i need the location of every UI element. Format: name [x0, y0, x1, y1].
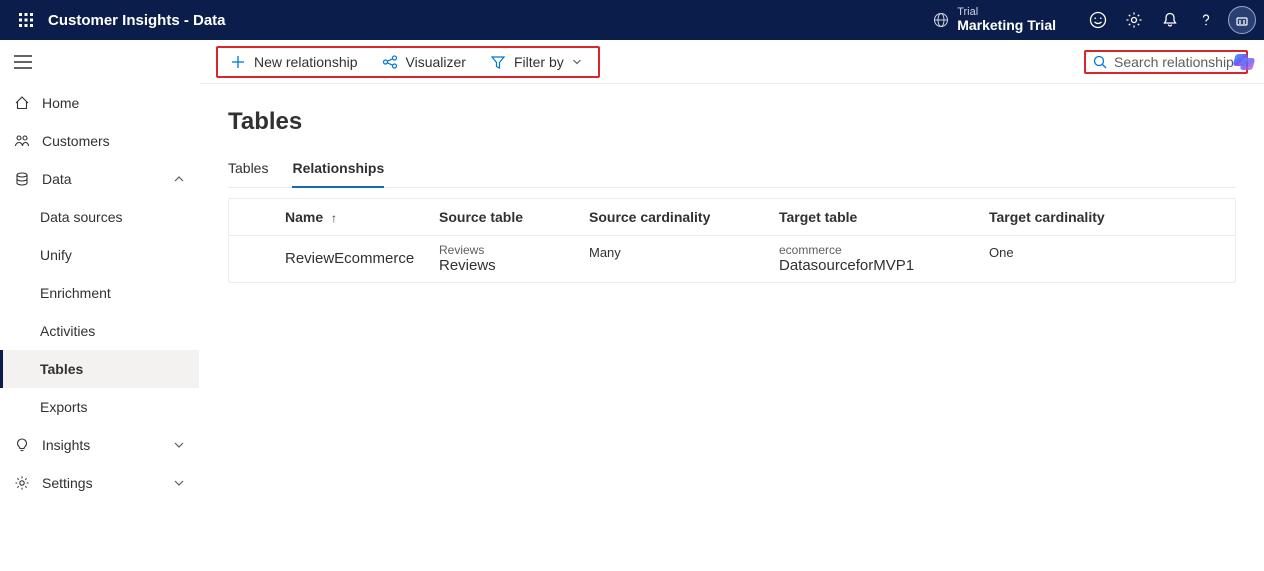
command-bar: New relationship Visualizer Filter by [200, 40, 1264, 84]
gear-icon [14, 475, 30, 491]
tab-label: Tables [228, 160, 268, 176]
filter-icon [490, 54, 506, 70]
global-header: Customer Insights - Data Trial Marketing… [0, 0, 1264, 40]
feedback-icon[interactable] [1080, 0, 1116, 40]
search-box-highlight [1084, 50, 1248, 74]
column-header-target-cardinality[interactable]: Target cardinality [989, 199, 1235, 236]
page-title: Tables [228, 108, 1236, 136]
tab-tables[interactable]: Tables [228, 152, 268, 187]
toolbar-left-highlight: New relationship Visualizer Filter by [216, 46, 600, 78]
help-icon[interactable] [1188, 0, 1224, 40]
visualizer-button[interactable]: Visualizer [372, 50, 476, 74]
sidebar-item-label: Exports [40, 399, 87, 415]
column-header-source-table[interactable]: Source table [439, 199, 589, 236]
column-header-name[interactable]: Name ↑ [229, 199, 439, 236]
button-label: Filter by [514, 54, 564, 70]
sidebar-item-exports[interactable]: Exports [0, 388, 199, 426]
new-relationship-button[interactable]: New relationship [220, 50, 368, 74]
sidebar-item-label: Unify [40, 247, 72, 263]
search-input[interactable] [1114, 54, 1234, 70]
app-title: Customer Insights - Data [48, 12, 226, 29]
table-row[interactable]: ReviewEcommerce Reviews Reviews Many eco… [229, 236, 1235, 283]
copilot-icon[interactable] [1230, 48, 1258, 76]
sidebar-item-label: Data [42, 171, 161, 187]
chevron-up-icon [173, 173, 185, 185]
sidebar-item-home[interactable]: Home [0, 84, 199, 122]
cell-target-table: DatasourceforMVP1 [779, 257, 989, 274]
sidebar-item-label: Customers [42, 133, 199, 149]
sidebar-item-label: Data sources [40, 209, 122, 225]
user-avatar[interactable] [1228, 6, 1256, 34]
tab-relationships[interactable]: Relationships [292, 152, 384, 188]
chevron-down-icon [173, 439, 185, 451]
column-label: Target table [779, 209, 857, 225]
sidebar-item-label: Tables [40, 361, 83, 377]
main-content: New relationship Visualizer Filter by [200, 40, 1264, 571]
environment-picker[interactable]: Trial Marketing Trial [933, 6, 1056, 33]
cell-source-table: Reviews [439, 257, 589, 274]
sidebar-item-customers[interactable]: Customers [0, 122, 199, 160]
chevron-down-icon [173, 477, 185, 489]
sidebar-item-data[interactable]: Data [0, 160, 199, 198]
column-label: Source table [439, 209, 523, 225]
column-header-target-table[interactable]: Target table [779, 199, 989, 236]
chevron-down-icon [572, 57, 582, 67]
visualizer-icon [382, 54, 398, 70]
cell-target-cardinality: One [989, 245, 1014, 260]
sidebar-item-tables[interactable]: Tables [0, 350, 199, 388]
sidebar-item-enrichment[interactable]: Enrichment [0, 274, 199, 312]
hamburger-icon[interactable] [0, 40, 199, 84]
sidebar-item-label: Insights [42, 437, 161, 453]
notifications-icon[interactable] [1152, 0, 1188, 40]
relationships-table: Name ↑ Source table Source cardinality T… [228, 198, 1236, 283]
cell-name: ReviewEcommerce [285, 250, 414, 267]
sidebar-item-label: Activities [40, 323, 95, 339]
app-launcher-icon[interactable] [8, 0, 44, 40]
cell-source-cardinality: Many [589, 245, 621, 260]
sidebar-item-insights[interactable]: Insights [0, 426, 199, 464]
column-header-source-cardinality[interactable]: Source cardinality [589, 199, 779, 236]
environment-name: Marketing Trial [957, 18, 1056, 33]
filter-by-button[interactable]: Filter by [480, 50, 592, 74]
sidebar-item-activities[interactable]: Activities [0, 312, 199, 350]
tab-label: Relationships [292, 160, 384, 176]
data-icon [14, 171, 30, 187]
cell-target-table-small: ecommerce [779, 244, 989, 257]
globe-icon [933, 12, 949, 28]
tab-list: Tables Relationships [228, 152, 1236, 188]
search-icon [1092, 54, 1108, 70]
cell-source-table-small: Reviews [439, 244, 589, 257]
column-label: Source cardinality [589, 209, 710, 225]
left-nav: Home Customers Data Data sources Unify E… [0, 40, 200, 571]
button-label: New relationship [254, 54, 358, 70]
sidebar-item-settings[interactable]: Settings [0, 464, 199, 502]
insights-icon [14, 437, 30, 453]
plus-icon [230, 54, 246, 70]
settings-icon[interactable] [1116, 0, 1152, 40]
sidebar-item-label: Settings [42, 475, 161, 491]
home-icon [14, 95, 30, 111]
customers-icon [14, 133, 30, 149]
sidebar-item-label: Home [42, 95, 199, 111]
sidebar-item-data-sources[interactable]: Data sources [0, 198, 199, 236]
sidebar-item-label: Enrichment [40, 285, 111, 301]
column-label: Target cardinality [989, 209, 1105, 225]
column-label: Name [285, 209, 323, 225]
sidebar-item-unify[interactable]: Unify [0, 236, 199, 274]
button-label: Visualizer [406, 54, 466, 70]
sort-asc-icon: ↑ [331, 211, 337, 225]
